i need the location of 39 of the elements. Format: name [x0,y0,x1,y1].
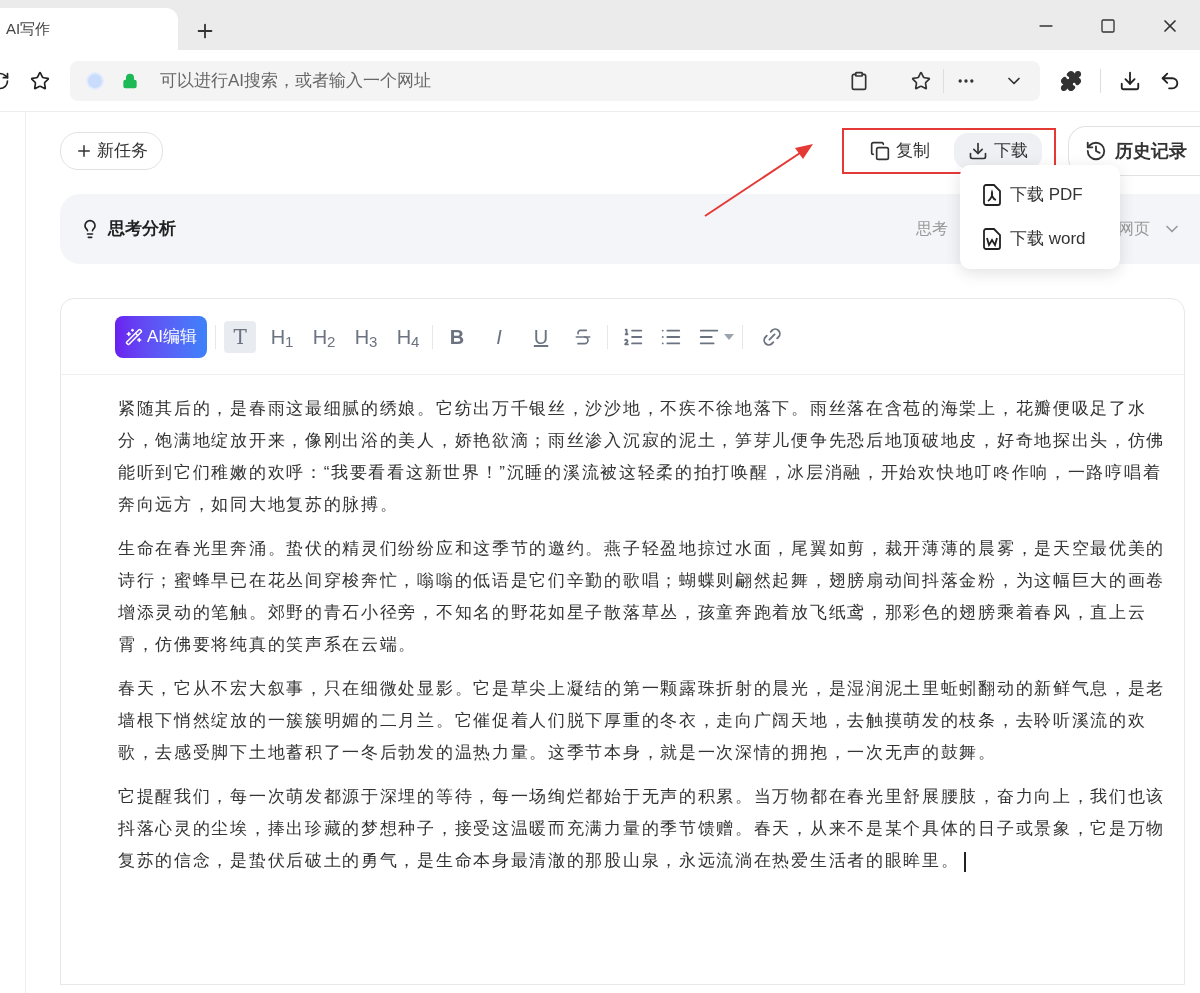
browser-tab[interactable]: AI写作 [0,8,178,50]
format-button[interactable]: T [224,320,257,353]
pdf-file-icon [982,184,1002,206]
format-button[interactable]: B [441,320,474,353]
download-icon [968,141,988,161]
thinking-title: 思考分析 [108,218,176,241]
download-button[interactable]: 下载 [954,133,1042,169]
history-icon [1085,140,1107,162]
format-button[interactable]: H$_{2}$ [308,320,341,353]
format-button[interactable]: I [483,320,516,353]
address-field[interactable]: 可以进行AI搜索，或者输入一个网址 [160,67,849,94]
favorites-icon[interactable] [30,70,50,91]
extensions-icon[interactable] [1060,69,1082,92]
bookmark-star-icon[interactable] [911,70,931,91]
maximize-icon[interactable] [1100,18,1116,34]
paragraph: 它提醒我们，每一次萌发都源于深埋的等待，每一场绚烂都始于无声的积累。当万物都在春光里舒展腰肢，奋力向上，我们也该抖落心灵的尘埃，捧出珍藏的梦想种子，接受这温暖而充满力量的季节馈赠。春天，从来不是某个具体的日子或景象，它是万物复苏的信念，是蛰伏后破土的勇气，是生命本身最清澈的那股山泉，永远流淌在热爱生活者的眼眸里。 [118,786,1167,874]
copy-button[interactable]: 复制 [856,133,944,169]
paragraph: 生命在春光里奔涌。蛰伏的精灵们纷纷应和这季节的邀约。燕子轻盈地掠过水面，尾翼如剪，裁开薄薄的晨雾，是天空最优美的诗行；蜜蜂早已在花丛间穿梭奔忙，嗡嗡的低语是它们辛勤的歌唱；蝴蝶则翩然起舞，翅膀扇动间抖落金粉，为这幅巨大的画卷增添灵动的笔触。郊野的青石小径旁，不知名的野花如星子散落草丛，孩童奔跑着放飞纸鸢，那彩色的翅膀乘着春风，直上云霄，仿佛要将纯真的笑声系在云端。 [118,538,1167,656]
plus-icon [75,142,93,160]
lock-icon [122,72,138,89]
paragraph: 紧随其后的，是春雨这最细腻的绣娘。它纺出万千银丝，沙沙地，不疾不徐地落下。雨丝落在含苞的海棠上，花瓣便吸足了水分，饱满地绽放开来，像刚出浴的美人，娇艳欲滴；雨丝渗入沉寂的泥土，笋芽儿便争先恐后地顶破地皮，好奇地探出头，仿佛能听到它们稚嫩的欢呼：“我要看看这新世界！”沉睡的溪流被这轻柔的拍打唤醒，冰层消融，开始欢快地叮咚作响，一路哼唱着奔向远方，如同大地复苏的脉搏。 [118,398,1167,516]
word-file-icon [982,228,1002,250]
thinking-summary: 思考 [916,219,948,239]
format-button[interactable]: H$_{3}$ [350,320,383,353]
address-bar[interactable]: 可以进行AI搜索，或者输入一个网址 [70,60,1040,101]
site-icon [86,71,104,90]
format-button[interactable]: H$_{4}$ [392,320,425,353]
caret-icon [724,333,735,340]
magic-wand-icon [125,327,143,346]
paragraph: 春天，它从不宏大叙事，只在细微处显影。它是草尖上凝结的第一颗露珠折射的晨光，是湿润泥土里蚯蚓翻动的新鲜气息，是老墙根下悄然绽放的一簇簇明媚的二月兰。它催促着人们脱下厚重的冬衣，走向广阔天地，去触摸萌发的枝条，去聆听溪流的欢歌，去感受脚下土地蓄积了一冬后勃发的温热力量。这季节本身，就是一次深情的拥抱，一次无声的鼓舞。 [118,678,1167,764]
downloads-icon[interactable] [1119,69,1141,92]
copy-icon [870,141,890,161]
text-cursor [963,851,966,872]
new-task-button[interactable]: 新任务 [60,132,163,170]
format-button[interactable]: H$_{1}$ [266,320,299,353]
menu-item[interactable]: 下载 word [960,217,1120,261]
clipboard-icon[interactable] [849,70,869,91]
format-button[interactable]: U [525,320,558,353]
ai-edit-button[interactable]: AI编辑 [115,315,208,358]
